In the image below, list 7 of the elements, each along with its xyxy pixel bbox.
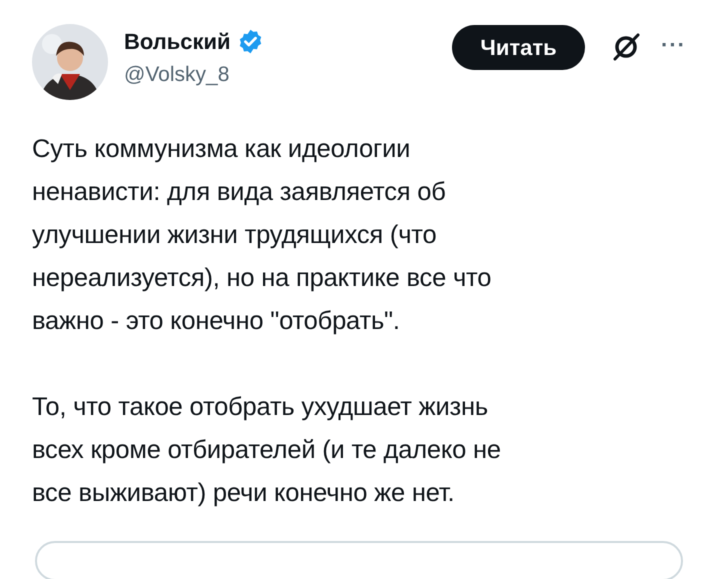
tweet-paragraph: То, что такое отобрать ухудшает жизнь всех кроме отбирателей (и те далеко не все выживают) речи конечно же нет.	[32, 392, 502, 509]
slashed-circle-icon[interactable]	[611, 32, 642, 62]
follow-button[interactable]: Читать	[452, 25, 586, 70]
author-name[interactable]: Вольский	[124, 28, 231, 54]
more-button[interactable]: ···	[661, 32, 686, 58]
author-handle[interactable]: @Volsky_8	[124, 63, 264, 87]
tweet-paragraph: Суть коммунизма как идеологии ненависти: для вида заявляется об улучшении жизни трудящихся (что нереализуется), но на практике все что важно - это конечно "отобрать".	[32, 134, 492, 337]
